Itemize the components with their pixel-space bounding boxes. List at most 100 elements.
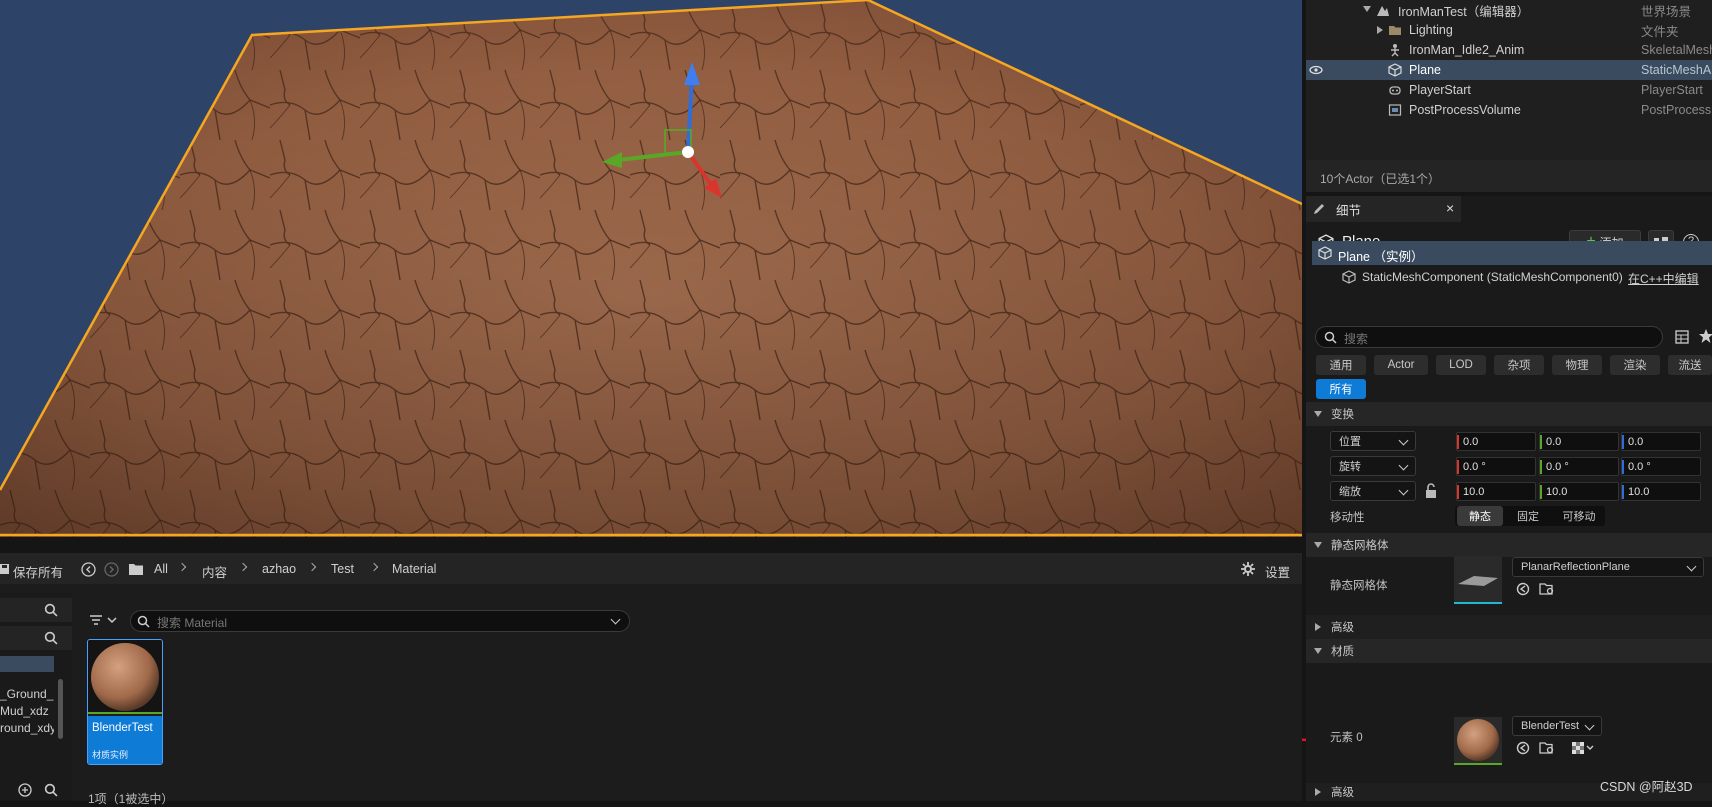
star-icon[interactable] [1698, 328, 1712, 344]
category-button[interactable]: 通用 [1316, 355, 1366, 375]
static-mesh-picker[interactable]: PlanarReflectionPlane [1512, 557, 1704, 577]
details-search-input[interactable]: 搜索 [1315, 326, 1663, 348]
search-icon[interactable] [44, 783, 58, 797]
outliner-item-name: PostProcessVolume [1409, 103, 1521, 117]
visibility-eye-icon[interactable] [1309, 63, 1323, 77]
edit-in-cpp-link[interactable]: 在C++中编辑 [1628, 270, 1712, 287]
component-row-staticmesh[interactable]: StaticMeshComponent (StaticMeshComponent… [1312, 265, 1712, 289]
selected-folder[interactable] [0, 656, 54, 672]
unlock-icon[interactable] [1424, 483, 1438, 499]
category-button[interactable]: 杂项 [1494, 355, 1544, 375]
section-title: 材质 [1331, 646, 1354, 658]
texture-options-icon[interactable] [1571, 741, 1595, 755]
section-title: 变换 [1331, 409, 1354, 421]
chevron-right-icon [238, 562, 248, 572]
expand-arrow-icon[interactable] [1377, 26, 1383, 34]
outliner-row-playerstart[interactable]: PlayerStart PlayerStart [1306, 80, 1712, 100]
static-mesh-label: 静态网格体 [1330, 580, 1388, 592]
player-start-icon [1389, 86, 1401, 95]
use-selected-icon[interactable] [1516, 741, 1530, 755]
scrollbar[interactable] [58, 679, 63, 739]
category-button[interactable]: 流送 [1668, 355, 1712, 375]
mobility-movable[interactable]: 可移动 [1553, 506, 1605, 526]
category-button[interactable]: 渲染 [1610, 355, 1660, 375]
watermark: CSDN @阿赵3D [1600, 780, 1693, 794]
location-y[interactable]: 0.0 [1539, 432, 1619, 451]
scale-y[interactable]: 10.0 [1539, 482, 1619, 501]
breadcrumb-azhao[interactable]: azhao [262, 562, 296, 576]
browse-asset-icon[interactable] [1539, 582, 1555, 596]
search-icon[interactable] [44, 603, 58, 617]
folder-icon[interactable] [128, 562, 144, 576]
use-selected-icon[interactable] [1516, 582, 1530, 596]
actor-count: 10个Actor（已选1个） [1320, 172, 1441, 186]
skeletal-mesh-icon [1391, 44, 1399, 57]
outliner-item-name: IronManTest（编辑器） [1398, 4, 1530, 19]
outliner-row-ironman[interactable]: IronMan_Idle2_Anim SkeletalMesh [1306, 40, 1712, 60]
rotation-dropdown[interactable]: 旋转 [1330, 456, 1416, 476]
table-view-icon[interactable] [1674, 329, 1690, 345]
asset-type: 材质实例 [92, 750, 129, 760]
material-sphere-icon [1457, 719, 1499, 761]
expand-arrow-icon[interactable] [1363, 6, 1371, 12]
chevron-down-icon[interactable] [610, 614, 621, 625]
breadcrumb-test[interactable]: Test [331, 562, 354, 576]
section-title: 静态网格体 [1331, 540, 1389, 552]
category-button[interactable]: LOD [1436, 355, 1486, 375]
rotation-x[interactable]: 0.0 ° [1456, 457, 1536, 476]
pencil-icon [1314, 204, 1324, 214]
outliner-row-postprocess[interactable]: PostProcessVolume PostProcess [1306, 100, 1712, 120]
tree-item[interactable]: _Ground_ [0, 687, 54, 701]
location-x[interactable]: 0.0 [1456, 432, 1536, 451]
level-icon [1377, 6, 1389, 16]
section-advanced[interactable]: 高级 [1306, 615, 1712, 639]
add-icon[interactable] [18, 783, 32, 797]
static-mesh-icon [1318, 246, 1332, 260]
section-static-mesh[interactable]: 静态网格体 [1306, 533, 1712, 557]
save-all-button[interactable]: 保存所有 [13, 562, 63, 581]
tree-item[interactable]: Mud_xdz [0, 704, 54, 718]
rotation-y[interactable]: 0.0 ° [1539, 457, 1619, 476]
outliner-row-level[interactable]: IronManTest（编辑器） 世界场景 [1306, 0, 1712, 20]
static-mesh-thumbnail[interactable] [1454, 556, 1502, 604]
tree-item[interactable]: round_xdy [0, 721, 54, 735]
category-button[interactable]: 物理 [1552, 355, 1602, 375]
settings-button[interactable]: 设置 [1265, 562, 1290, 581]
location-z[interactable]: 0.0 [1621, 432, 1701, 451]
outliner-row-lighting[interactable]: Lighting 文件夹 [1306, 20, 1712, 40]
material-picker[interactable]: BlenderTest [1512, 716, 1602, 736]
mobility-stationary[interactable]: 固定 [1505, 506, 1551, 526]
browse-asset-icon[interactable] [1539, 741, 1555, 755]
breadcrumb-content[interactable]: 内容 [202, 562, 227, 581]
breadcrumb-material[interactable]: Material [392, 562, 436, 576]
gear-icon[interactable] [1240, 561, 1256, 577]
scale-dropdown[interactable]: 缩放 [1330, 481, 1416, 501]
asset-search-input[interactable]: 搜索 Material [130, 610, 630, 632]
section-transform[interactable]: 变换 [1306, 402, 1712, 426]
location-dropdown[interactable]: 位置 [1330, 431, 1416, 451]
mobility-static[interactable]: 静态 [1457, 506, 1503, 526]
search-icon[interactable] [44, 631, 58, 645]
outliner-item-name: IronMan_Idle2_Anim [1409, 43, 1525, 57]
component-row-instance[interactable]: Plane （实例） [1312, 241, 1712, 265]
folder-icon [1389, 26, 1401, 35]
category-button[interactable]: Actor [1374, 355, 1428, 375]
scale-x[interactable]: 10.0 [1456, 482, 1536, 501]
forward-icon[interactable] [104, 562, 119, 577]
asset-tile[interactable]: BlenderTest 材质实例 [87, 639, 163, 765]
save-icon [0, 564, 9, 574]
outliner-row-plane[interactable]: Plane StaticMeshA [1306, 60, 1712, 80]
tab-details[interactable]: 细节 × [1306, 196, 1461, 222]
material-thumbnail[interactable] [1454, 717, 1502, 765]
scale-z[interactable]: 10.0 [1621, 482, 1701, 501]
category-button-all[interactable]: 所有 [1316, 379, 1366, 399]
breadcrumb-all[interactable]: All [154, 562, 168, 576]
back-icon[interactable] [81, 562, 96, 577]
outliner-item-type: 世界场景 [1641, 4, 1692, 19]
filter-icon[interactable] [89, 613, 119, 629]
outliner-item-type: 文件夹 [1641, 24, 1679, 39]
outliner-item-type: SkeletalMesh [1641, 43, 1712, 57]
close-tab-icon[interactable]: × [1446, 200, 1454, 216]
rotation-z[interactable]: 0.0 ° [1621, 457, 1701, 476]
section-materials[interactable]: 材质 [1306, 639, 1712, 663]
